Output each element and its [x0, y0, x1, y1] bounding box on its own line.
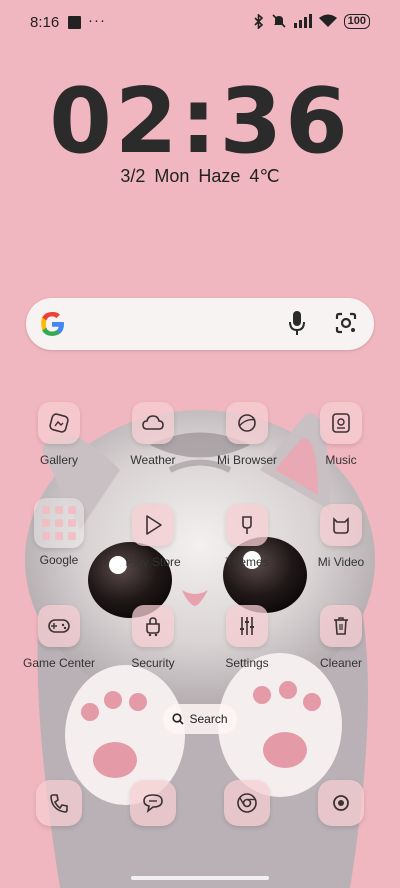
mute-icon [272, 14, 286, 28]
bluetooth-icon [254, 13, 263, 29]
app-google-folder[interactable]: Google [9, 498, 109, 567]
camera-icon[interactable] [318, 780, 364, 826]
app-play-store[interactable]: Play Store [103, 504, 203, 569]
app-label: Themes [225, 555, 269, 569]
messages-icon[interactable] [130, 780, 176, 826]
gesture-home-bar[interactable] [131, 876, 269, 880]
status-time: 8:16 [30, 14, 60, 31]
app-search-button[interactable]: Search [163, 704, 237, 734]
security-icon[interactable] [132, 605, 174, 647]
wifi-icon [318, 14, 337, 27]
app-label: Game Center [22, 656, 96, 670]
chrome-icon[interactable] [224, 780, 270, 826]
weather-icon[interactable] [132, 402, 174, 444]
search-label: Search [189, 712, 228, 726]
clock-widget-date[interactable]: 3/2 Mon Haze 4℃ [0, 166, 400, 187]
signal-icon [293, 14, 312, 28]
play-store-icon[interactable] [132, 504, 174, 546]
dock-messages[interactable] [103, 780, 203, 826]
themes-icon[interactable] [226, 504, 268, 546]
browser-icon[interactable] [226, 402, 268, 444]
dock-chrome[interactable] [197, 780, 297, 826]
clock-widget-time[interactable]: 02:36 [0, 72, 400, 172]
microphone-icon[interactable] [288, 310, 306, 336]
app-security[interactable]: Security [103, 605, 203, 670]
app-label: Mi Browser [216, 453, 277, 467]
app-label: Music [325, 453, 357, 467]
music-icon[interactable] [320, 402, 362, 444]
app-label: Settings [225, 656, 269, 670]
app-gallery[interactable]: Gallery [9, 402, 109, 467]
google-lens-icon[interactable] [334, 311, 358, 335]
google-logo-icon[interactable] [38, 310, 66, 338]
google-folder-icon[interactable] [34, 498, 84, 548]
app-mi-browser[interactable]: Mi Browser [197, 402, 297, 467]
app-mi-video[interactable]: Mi Video [291, 504, 391, 569]
battery-icon: 100 [343, 13, 370, 29]
app-label: Gallery [39, 453, 78, 467]
app-label: Cleaner [319, 656, 363, 670]
app-cleaner[interactable]: Cleaner [291, 605, 391, 670]
gallery-icon[interactable] [38, 402, 80, 444]
app-label: Mi Video [317, 555, 365, 569]
app-themes[interactable]: Themes [197, 504, 297, 569]
mi-video-icon[interactable] [320, 504, 362, 546]
app-label: Security [131, 656, 175, 670]
google-search-bar[interactable] [26, 298, 374, 350]
status-bar: 8:16 ··· 100 [0, 0, 400, 46]
trash-icon[interactable] [320, 605, 362, 647]
app-label: Play Store [125, 555, 181, 569]
notification-icon [68, 16, 81, 29]
app-settings[interactable]: Settings [197, 605, 297, 670]
game-controller-icon[interactable] [38, 605, 80, 647]
app-label: Google [39, 553, 79, 567]
app-game-center[interactable]: Game Center [9, 605, 109, 670]
phone-icon[interactable] [36, 780, 82, 826]
app-label: Weather [130, 453, 176, 467]
app-music[interactable]: Music [291, 402, 391, 467]
dock-camera[interactable] [291, 780, 391, 826]
more-notifications-icon: ··· [88, 12, 106, 29]
app-weather[interactable]: Weather [103, 402, 203, 467]
search-icon [172, 713, 185, 725]
dock-phone[interactable] [9, 780, 109, 826]
settings-sliders-icon[interactable] [226, 605, 268, 647]
